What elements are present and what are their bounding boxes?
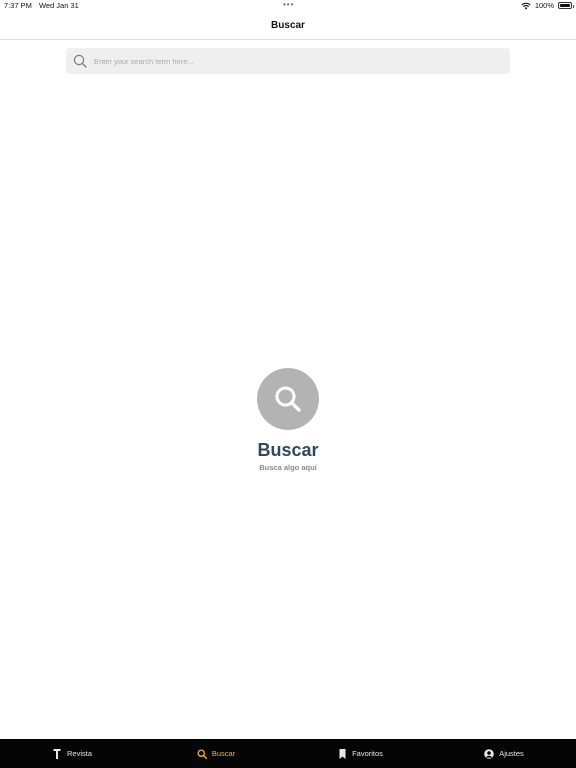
- search-screen: 7:37 PM Wed Jan 31 ••• 100% Buscar Enter…: [0, 0, 576, 768]
- empty-state-search-icon: [257, 368, 319, 430]
- tab-ajustes[interactable]: Ajustes: [432, 739, 576, 768]
- tab-favoritos[interactable]: Favoritos: [288, 739, 432, 768]
- wifi-icon: [521, 2, 531, 9]
- search-icon: [73, 54, 87, 68]
- status-left: 7:37 PM Wed Jan 31: [4, 1, 79, 10]
- empty-state: Buscar Busca algo aquí: [0, 368, 576, 472]
- multitask-dots[interactable]: •••: [283, 1, 294, 9]
- empty-state-title: Buscar: [257, 440, 319, 460]
- battery-fill: [560, 4, 570, 7]
- tab-buscar[interactable]: Buscar: [144, 739, 288, 768]
- revista-t-icon: [52, 748, 62, 759]
- page-title: Buscar: [271, 20, 305, 31]
- search-field[interactable]: [66, 48, 510, 74]
- search-input[interactable]: [92, 48, 506, 74]
- status-time: 7:37 PM: [4, 1, 32, 10]
- search-icon: [275, 386, 301, 412]
- search-icon: [197, 748, 207, 759]
- tab-favoritos-label: Favoritos: [352, 749, 383, 758]
- bookmark-icon: [337, 748, 347, 759]
- status-bar: 7:37 PM Wed Jan 31 ••• 100%: [0, 0, 576, 12]
- tab-bar: Revista Buscar Favoritos Ajustes: [0, 739, 576, 768]
- status-right: 100%: [521, 1, 574, 10]
- user-icon: [484, 748, 494, 759]
- battery-icon: [558, 2, 574, 9]
- tab-revista[interactable]: Revista: [0, 739, 144, 768]
- tab-revista-label: Revista: [66, 749, 92, 758]
- empty-state-subtitle: Busca algo aquí: [259, 463, 317, 472]
- tab-buscar-label: Buscar: [211, 749, 236, 758]
- tab-ajustes-label: Ajustes: [499, 749, 524, 758]
- battery-percent: 100%: [534, 1, 554, 10]
- status-date: Wed Jan 31: [38, 1, 79, 10]
- navigation-bar: Buscar: [0, 12, 576, 40]
